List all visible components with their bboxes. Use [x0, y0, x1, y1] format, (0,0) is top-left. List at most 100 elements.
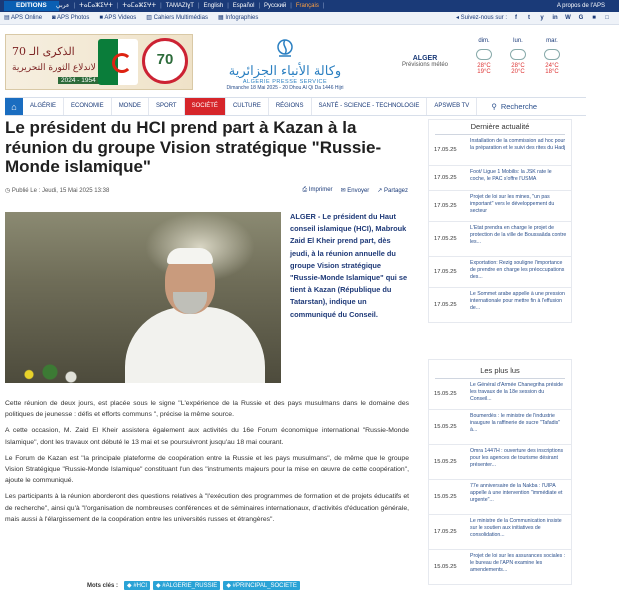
weather-city: ALGER: [412, 55, 438, 62]
temp-low: 19°C: [477, 69, 491, 75]
search-link[interactable]: ⚲ Recherche: [491, 102, 537, 111]
share-button[interactable]: ↗ Partagez: [377, 187, 408, 194]
youtube-icon[interactable]: y: [538, 14, 546, 22]
item-text[interactable]: L'Etat prendra en charge le projet de pr…: [470, 222, 571, 256]
header-date: Dimanche 18 Mai 2025 - 20 Dhou Al Qi Da …: [226, 85, 344, 91]
share-label: Partagez: [383, 188, 408, 194]
tag-principal-societe[interactable]: ◆ #PRINCIPAL_SOCIETE: [223, 581, 300, 590]
aps-videos-link[interactable]: ■ APS Videos: [99, 12, 136, 24]
main-nav: ⌂ ALGÉRIE ECONOMIE MONDE SPORT SOCIÉTÉ C…: [5, 97, 586, 116]
article-body: Cette réunion de deux jours, est placée …: [5, 398, 409, 530]
list-item[interactable]: 15.05.25 Boumerdès : le ministre de l'ind…: [429, 410, 571, 445]
monitor-icon: ▤: [4, 15, 10, 21]
lang-tamazight[interactable]: TAMAZIɣT: [166, 0, 194, 12]
tag-hci[interactable]: ◆ #HCI: [124, 581, 150, 590]
nav-item-algerie[interactable]: ALGÉRIE: [23, 98, 65, 115]
most-read-title: Les plus lus: [480, 366, 520, 375]
apropos-link[interactable]: A propos de l'APS: [557, 0, 605, 12]
item-text[interactable]: Projet de loi sur les mines, "un pas imp…: [470, 191, 571, 221]
item-text[interactable]: Boumerdès : le ministre de l'industrie i…: [470, 410, 571, 444]
aps-logo-icon: [277, 39, 293, 57]
google-icon[interactable]: G: [577, 14, 585, 22]
list-item[interactable]: 17.05.25 Foot/ Ligue 1 Mobilis: la JSK ra…: [429, 166, 571, 191]
facebook-icon[interactable]: f: [512, 14, 520, 22]
anniversary-banner[interactable]: الذكرى الـ 70 لاندلاع الثورة التحريرية 2…: [5, 34, 193, 90]
medal-number: 70: [156, 51, 174, 68]
twitter-icon[interactable]: t: [525, 14, 533, 22]
cahiers-link[interactable]: ▥ Cahiers Multimédias: [146, 12, 208, 24]
item-date: 17.05.25: [434, 147, 457, 153]
cahiers-label: Cahiers Multimédias: [153, 15, 208, 21]
top-bar: EDITIONS عربي | ⵜⴰⵎⴰⵣⵉⵖⵜ | ⵜⴰⵎⴰⵣⵉⵖⵜ | TAMAZ…: [0, 0, 619, 12]
aps-online-label: APS Online: [11, 15, 43, 21]
print-icon: ⎙: [302, 187, 308, 193]
editions-button[interactable]: EDITIONS: [4, 1, 59, 11]
nav-item-apsweb-tv[interactable]: APSWEB TV: [427, 98, 478, 115]
nav-item-sport[interactable]: SPORT: [149, 98, 185, 115]
media-links: ▤ APS Online ◙ APS Photos ■ APS Videos ▥…: [4, 12, 258, 24]
list-item[interactable]: 15.05.25 Projet de loi sur les assurances…: [429, 550, 571, 584]
nav-item-culture[interactable]: CULTURE: [226, 98, 269, 115]
lang-francais[interactable]: Français: [296, 0, 319, 12]
photo-flowers: [15, 362, 85, 383]
list-item[interactable]: 17.05.25 Installation de la commission ad…: [429, 135, 571, 166]
list-item[interactable]: 15.05.25 Omra 1447H : ouverture des inscr…: [429, 445, 571, 480]
wikipedia-icon[interactable]: W: [564, 14, 572, 22]
linkedin-icon[interactable]: in: [551, 14, 559, 22]
social-follow: ◂ Suivez-nous sur : f t y in W G ■ □: [456, 12, 611, 24]
nav-item-regions[interactable]: RÉGIONS: [269, 98, 312, 115]
item-text[interactable]: Exportation: Rezig souligne l'importance…: [470, 257, 571, 287]
envelope-icon: ✉: [340, 188, 346, 194]
nav-item-economie[interactable]: ECONOMIE: [64, 98, 112, 115]
aps-photos-link[interactable]: ◙ APS Photos: [52, 12, 89, 24]
nav-item-societe[interactable]: SOCIÉTÉ: [184, 98, 226, 115]
list-item[interactable]: 17.05.25 Projet de loi sur les mines, "un…: [429, 191, 571, 222]
item-date: 15.05.25: [434, 459, 457, 465]
app-icon[interactable]: ■: [590, 14, 598, 22]
item-text[interactable]: Le Sommet arabe appelle à une pression i…: [470, 288, 571, 322]
item-date: 15.05.25: [434, 494, 457, 500]
home-icon[interactable]: ⌂: [5, 98, 23, 115]
print-button[interactable]: ⎙ Imprimer: [302, 187, 332, 194]
list-item[interactable]: 15.05.25 77e anniversaire de la Nakba : l…: [429, 480, 571, 515]
aps-online-link[interactable]: ▤ APS Online: [4, 12, 42, 24]
list-item[interactable]: 17.05.25 Exportation: Rezig souligne l'im…: [429, 257, 571, 288]
camera-icon: ◙: [52, 15, 56, 21]
item-date: 17.05.25: [434, 269, 457, 275]
paragraph: Cette réunion de deux jours, est placée …: [5, 400, 409, 419]
list-item[interactable]: 15.05.25 Le Général d'Armée Chanegriha pr…: [429, 379, 571, 410]
app-icon-2[interactable]: □: [603, 14, 611, 22]
lang-tifinagh-2[interactable]: ⵜⴰⵎⴰⵣⵉⵖⵜ: [122, 0, 156, 12]
list-item[interactable]: 17.05.25 L'Etat prendra en charge le proj…: [429, 222, 571, 257]
tag-algerie-russie[interactable]: ◆ #ALGERIE_RUSSIE: [152, 581, 221, 590]
language-list: عربي | ⵜⴰⵎⴰⵣⵉⵖⵜ | ⵜⴰⵎⴰⵣⵉⵖⵜ | TAMAZIɣT | Engl…: [56, 0, 324, 12]
weather-location[interactable]: ALGER Prévisions météo: [390, 55, 460, 68]
lang-tifinagh-1[interactable]: ⵜⴰⵎⴰⵣⵉⵖⵜ: [79, 0, 113, 12]
divider: |: [227, 3, 229, 9]
aps-logo[interactable]: وكالة الأنباء الجزائرية ALGERIE PRESSE S…: [220, 38, 350, 94]
lang-russian[interactable]: Русский: [264, 0, 286, 12]
item-date: 17.05.25: [434, 302, 457, 308]
item-text[interactable]: Le Général d'Armée Chanegriha préside le…: [470, 379, 571, 409]
send-button[interactable]: ✉ Envoyer: [341, 187, 370, 194]
tag-label: #PRINCIPAL_SOCIETE: [232, 583, 297, 589]
list-item[interactable]: 17.05.25 Le Sommet arabe appelle à une pr…: [429, 288, 571, 322]
lang-espanol[interactable]: Español: [233, 0, 255, 12]
infographies-label: Infographies: [225, 15, 259, 21]
item-text[interactable]: Foot/ Ligue 1 Mobilis: la JSK rate le co…: [470, 166, 571, 190]
item-text[interactable]: Installation de la commission ad hoc pou…: [470, 135, 571, 165]
item-text[interactable]: Le ministre de la Communication insiste …: [470, 515, 571, 549]
lang-arabic[interactable]: عربي: [56, 0, 70, 12]
item-text[interactable]: Projet de loi sur les assurances sociale…: [470, 550, 571, 584]
tag-icon: ◆: [226, 583, 231, 589]
item-text[interactable]: 77e anniversaire de la Nakba : l'UIPA ap…: [470, 480, 571, 514]
lang-english[interactable]: English: [204, 0, 224, 12]
day-name: mar.: [546, 38, 558, 44]
list-item[interactable]: 17.05.25 Le ministre de la Communication …: [429, 515, 571, 550]
item-text[interactable]: Omra 1447H : ouverture des inscriptions …: [470, 445, 571, 479]
nav-item-monde[interactable]: MONDE: [112, 98, 150, 115]
infographies-link[interactable]: ▦ Infographies: [218, 12, 258, 24]
article-photo: [5, 212, 281, 383]
nav-item-sante[interactable]: SANTÉ - SCIENCE - TECHNOLOGIE: [312, 98, 428, 115]
banner-years: 2024 - 1954: [58, 77, 99, 84]
